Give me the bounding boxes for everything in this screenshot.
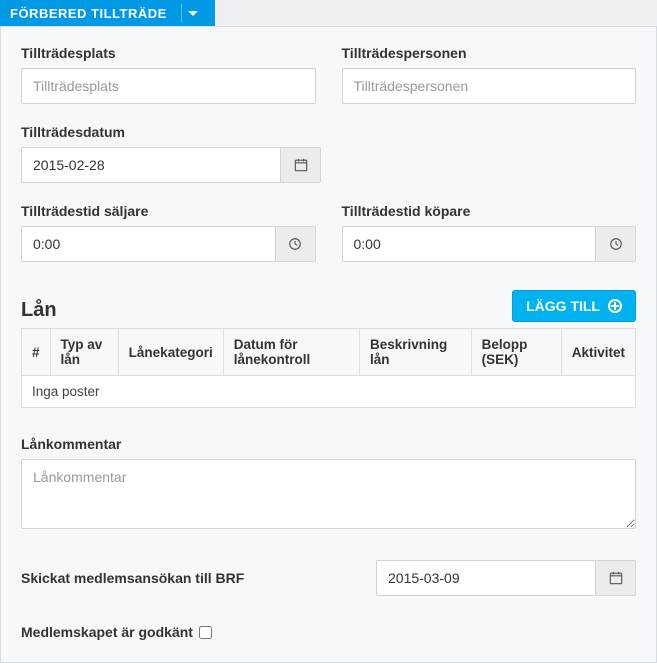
col-datum: Datum för lånekontroll: [223, 329, 359, 376]
input-tid-saljare[interactable]: [21, 226, 276, 262]
lan-table: # Typ av lån Lånekategori Datum för låne…: [21, 328, 636, 408]
field-godkant: Medlemskapet är godkänt: [21, 624, 636, 640]
textarea-lankommentar[interactable]: [21, 459, 636, 529]
panel-body: Tillträdesplats Tillträdespersonen Tillt…: [0, 26, 657, 663]
col-belopp: Belopp (SEK): [471, 329, 561, 376]
section-collapse-toggle[interactable]: [181, 4, 205, 22]
clock-icon: [288, 237, 302, 251]
field-brf: Skickat medlemsansökan till BRF: [21, 560, 636, 596]
input-tilltradesplats[interactable]: [21, 68, 316, 104]
add-lan-label: LÄGG TILL: [526, 298, 600, 314]
form-grid: Tillträdesplats Tillträdespersonen Tillt…: [21, 45, 636, 262]
col-num: #: [22, 329, 51, 376]
label-godkant: Medlemskapet är godkänt: [21, 624, 193, 640]
calendar-icon: [294, 158, 308, 172]
field-tilltradesdatum: Tillträdesdatum: [21, 124, 636, 183]
lan-table-header-row: # Typ av lån Lånekategori Datum för låne…: [22, 329, 636, 376]
input-tilltradesdatum[interactable]: [21, 147, 281, 183]
label-lankommentar: Lånkommentar: [21, 436, 636, 452]
label-brf: Skickat medlemsansökan till BRF: [21, 570, 352, 586]
lan-empty-text: Inga poster: [22, 376, 636, 408]
label-tilltradesplats: Tillträdesplats: [21, 45, 316, 61]
plus-icon: [608, 299, 622, 313]
brf-datepicker-button[interactable]: [596, 560, 636, 596]
checkbox-godkant[interactable]: [199, 626, 212, 639]
col-kategori: Lånekategori: [118, 329, 223, 376]
input-brf-date[interactable]: [376, 560, 596, 596]
timepicker-saljare-button[interactable]: [276, 226, 316, 262]
label-tid-kopare: Tillträdestid köpare: [342, 203, 637, 219]
calendar-icon: [609, 571, 623, 585]
field-lankommentar: Lånkommentar: [21, 436, 636, 532]
input-tilltradespersonen[interactable]: [342, 68, 637, 104]
lan-empty-row: Inga poster: [22, 376, 636, 408]
col-aktivitet: Aktivitet: [561, 329, 635, 376]
lan-section: Lån LÄGG TILL # Typ av lån Lånekategori …: [21, 290, 636, 408]
label-tid-saljare: Tillträdestid säljare: [21, 203, 316, 219]
label-tilltradespersonen: Tillträdespersonen: [342, 45, 637, 61]
col-beskr: Beskrivning lån: [360, 329, 472, 376]
col-typ: Typ av lån: [50, 329, 118, 376]
timepicker-kopare-button[interactable]: [596, 226, 636, 262]
section-header[interactable]: FÖRBERED TILLTRÄDE: [0, 0, 215, 26]
field-tid-kopare: Tillträdestid köpare: [342, 203, 637, 262]
clock-icon: [609, 237, 623, 251]
field-tilltradesplats: Tillträdesplats: [21, 45, 316, 104]
lan-title: Lån: [21, 299, 57, 322]
datepicker-button[interactable]: [281, 147, 321, 183]
label-tilltradesdatum: Tillträdesdatum: [21, 124, 636, 140]
section-title: FÖRBERED TILLTRÄDE: [10, 6, 167, 21]
field-tid-saljare: Tillträdestid säljare: [21, 203, 316, 262]
chevron-down-icon: [188, 11, 198, 16]
input-tid-kopare[interactable]: [342, 226, 597, 262]
add-lan-button[interactable]: LÄGG TILL: [512, 290, 636, 322]
field-tilltradespersonen: Tillträdespersonen: [342, 45, 637, 104]
